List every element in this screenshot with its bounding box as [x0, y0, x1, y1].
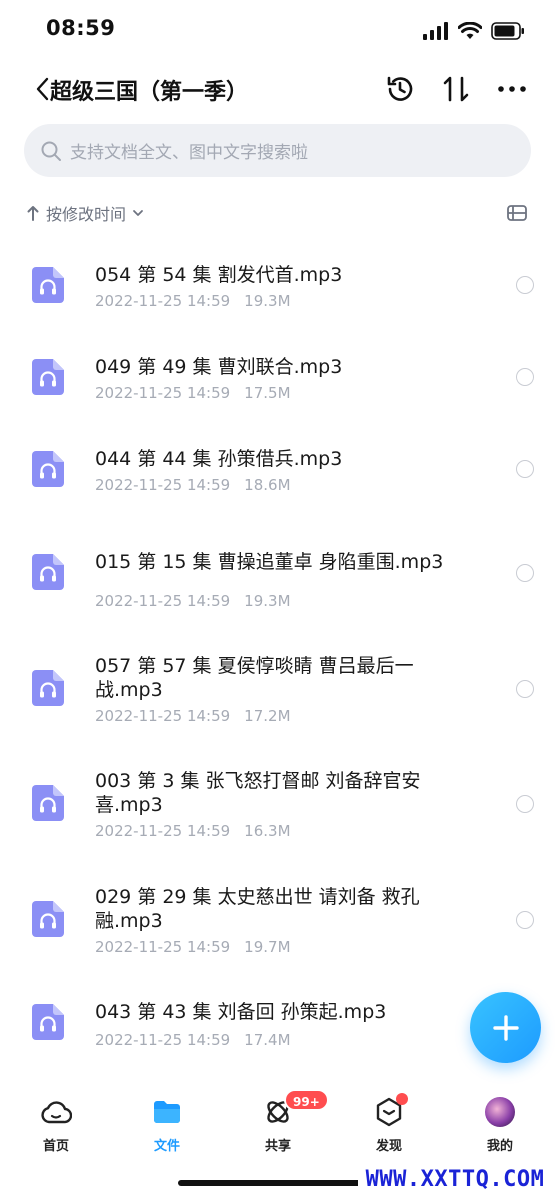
file-name: 043 第 43 集 刘备回 孙策起.mp3 [95, 1001, 387, 1023]
select-checkbox[interactable] [516, 460, 534, 478]
file-date: 2022-11-25 14:59 [95, 592, 231, 610]
share-badge: 99+ [284, 1089, 329, 1111]
audio-file-icon [32, 785, 64, 821]
sort-selector[interactable]: 按修改时间 [26, 200, 144, 226]
file-size: 19.3M [244, 592, 291, 610]
file-name: 029 第 29 集 太史慈出世 请刘备 救孔融.mp3 [95, 886, 420, 932]
tab-profile[interactable]: 我的 [455, 1095, 545, 1159]
sort-label: 按修改时间 [46, 205, 127, 224]
header: 超级三国（第一季） [0, 62, 555, 118]
add-button[interactable] [470, 992, 541, 1063]
home-indicator [178, 1180, 378, 1186]
search-placeholder: 支持文档全文、图中文字搜索啦 [70, 143, 308, 163]
file-meta: 2022-11-25 14:59 16.3M [95, 822, 291, 840]
cloud-icon [39, 1095, 73, 1129]
tab-label: 发现 [375, 1139, 402, 1154]
audio-file-icon [32, 554, 64, 590]
tab-home[interactable]: 首页 [11, 1095, 101, 1159]
audio-file-icon [32, 359, 64, 395]
file-name: 057 第 57 集 夏侯惇啖睛 曹吕最后一战.mp3 [95, 655, 414, 701]
notification-dot [396, 1093, 408, 1105]
file-date: 2022-11-25 14:59 [95, 476, 231, 494]
file-name: 054 第 54 集 割发代首.mp3 [95, 264, 343, 286]
audio-file-icon [32, 670, 64, 706]
file-date: 2022-11-25 14:59 [95, 292, 231, 310]
file-date: 2022-11-25 14:59 [95, 707, 231, 725]
status-bar: 08:59 [0, 0, 555, 60]
file-size: 17.4M [244, 1031, 291, 1049]
file-size: 16.3M [244, 822, 291, 840]
file-date: 2022-11-25 14:59 [95, 822, 231, 840]
plus-icon [492, 1014, 519, 1041]
file-meta: 2022-11-25 14:59 17.5M [95, 384, 291, 402]
audio-file-icon [32, 451, 64, 487]
file-meta: 2022-11-25 14:59 18.6M [95, 476, 291, 494]
folder-icon [150, 1095, 184, 1129]
avatar [485, 1097, 515, 1127]
chevron-down-icon [133, 210, 143, 216]
file-size: 19.3M [244, 292, 291, 310]
file-date: 2022-11-25 14:59 [95, 384, 231, 402]
sort-button[interactable] [439, 72, 473, 106]
discover-icon [372, 1093, 408, 1129]
signal-icon [423, 22, 448, 40]
status-indicators [423, 20, 525, 42]
share-icon: 99+ [261, 1089, 329, 1129]
history-icon [387, 76, 413, 101]
audio-file-icon [32, 267, 64, 303]
file-size: 17.5M [244, 384, 291, 402]
tab-label: 文件 [153, 1139, 180, 1154]
file-name: 049 第 49 集 曹刘联合.mp3 [95, 356, 343, 378]
file-size: 19.7M [244, 938, 291, 956]
select-checkbox[interactable] [516, 276, 534, 294]
select-checkbox[interactable] [516, 680, 534, 698]
tab-files[interactable]: 文件 [122, 1095, 212, 1159]
file-meta: 2022-11-25 14:59 17.4M [95, 1031, 291, 1049]
tab-label: 共享 [264, 1139, 291, 1154]
bottom-tab-bar: 首页 文件 99+ 共享 发现 我的 [0, 1085, 555, 1165]
file-meta: 2022-11-25 14:59 19.3M [95, 592, 291, 610]
audio-file-icon [32, 1004, 64, 1040]
file-date: 2022-11-25 14:59 [95, 1031, 231, 1049]
battery-icon [491, 22, 524, 40]
search-input[interactable]: 支持文档全文、图中文字搜索啦 [24, 124, 531, 177]
more-button[interactable] [495, 72, 529, 106]
tab-share[interactable]: 99+ 共享 [233, 1089, 329, 1159]
file-size: 17.2M [244, 707, 291, 725]
tab-discover[interactable]: 发现 [344, 1093, 434, 1159]
arrow-up-icon [27, 206, 39, 221]
search-icon [41, 141, 61, 161]
file-name: 044 第 44 集 孙策借兵.mp3 [95, 448, 343, 470]
chevron-left-icon [36, 77, 49, 101]
select-checkbox[interactable] [516, 911, 534, 929]
tab-label: 我的 [486, 1139, 513, 1154]
more-icon [498, 86, 526, 92]
view-mode-toggle[interactable] [505, 201, 529, 225]
select-checkbox[interactable] [516, 368, 534, 386]
status-time: 08:59 [46, 16, 116, 40]
file-date: 2022-11-25 14:59 [95, 938, 231, 956]
history-button[interactable] [383, 72, 417, 106]
select-checkbox[interactable] [516, 564, 534, 582]
file-name: 015 第 15 集 曹操追董卓 身陷重围.mp3 [95, 551, 444, 573]
wifi-icon [458, 22, 482, 39]
list-view-icon [507, 205, 527, 221]
tab-label: 首页 [42, 1139, 69, 1154]
file-meta: 2022-11-25 14:59 17.2M [95, 707, 291, 725]
file-meta: 2022-11-25 14:59 19.7M [95, 938, 291, 956]
watermark: WWW.XXTTQ.COM [358, 1163, 552, 1195]
file-meta: 2022-11-25 14:59 19.3M [95, 292, 291, 310]
file-size: 18.6M [244, 476, 291, 494]
audio-file-icon [32, 901, 64, 937]
page-title: 超级三国（第一季） [50, 80, 249, 105]
select-checkbox[interactable] [516, 795, 534, 813]
file-name: 003 第 3 集 张飞怒打督邮 刘备辞官安喜.mp3 [95, 770, 421, 816]
sort-arrows-icon [443, 76, 469, 102]
